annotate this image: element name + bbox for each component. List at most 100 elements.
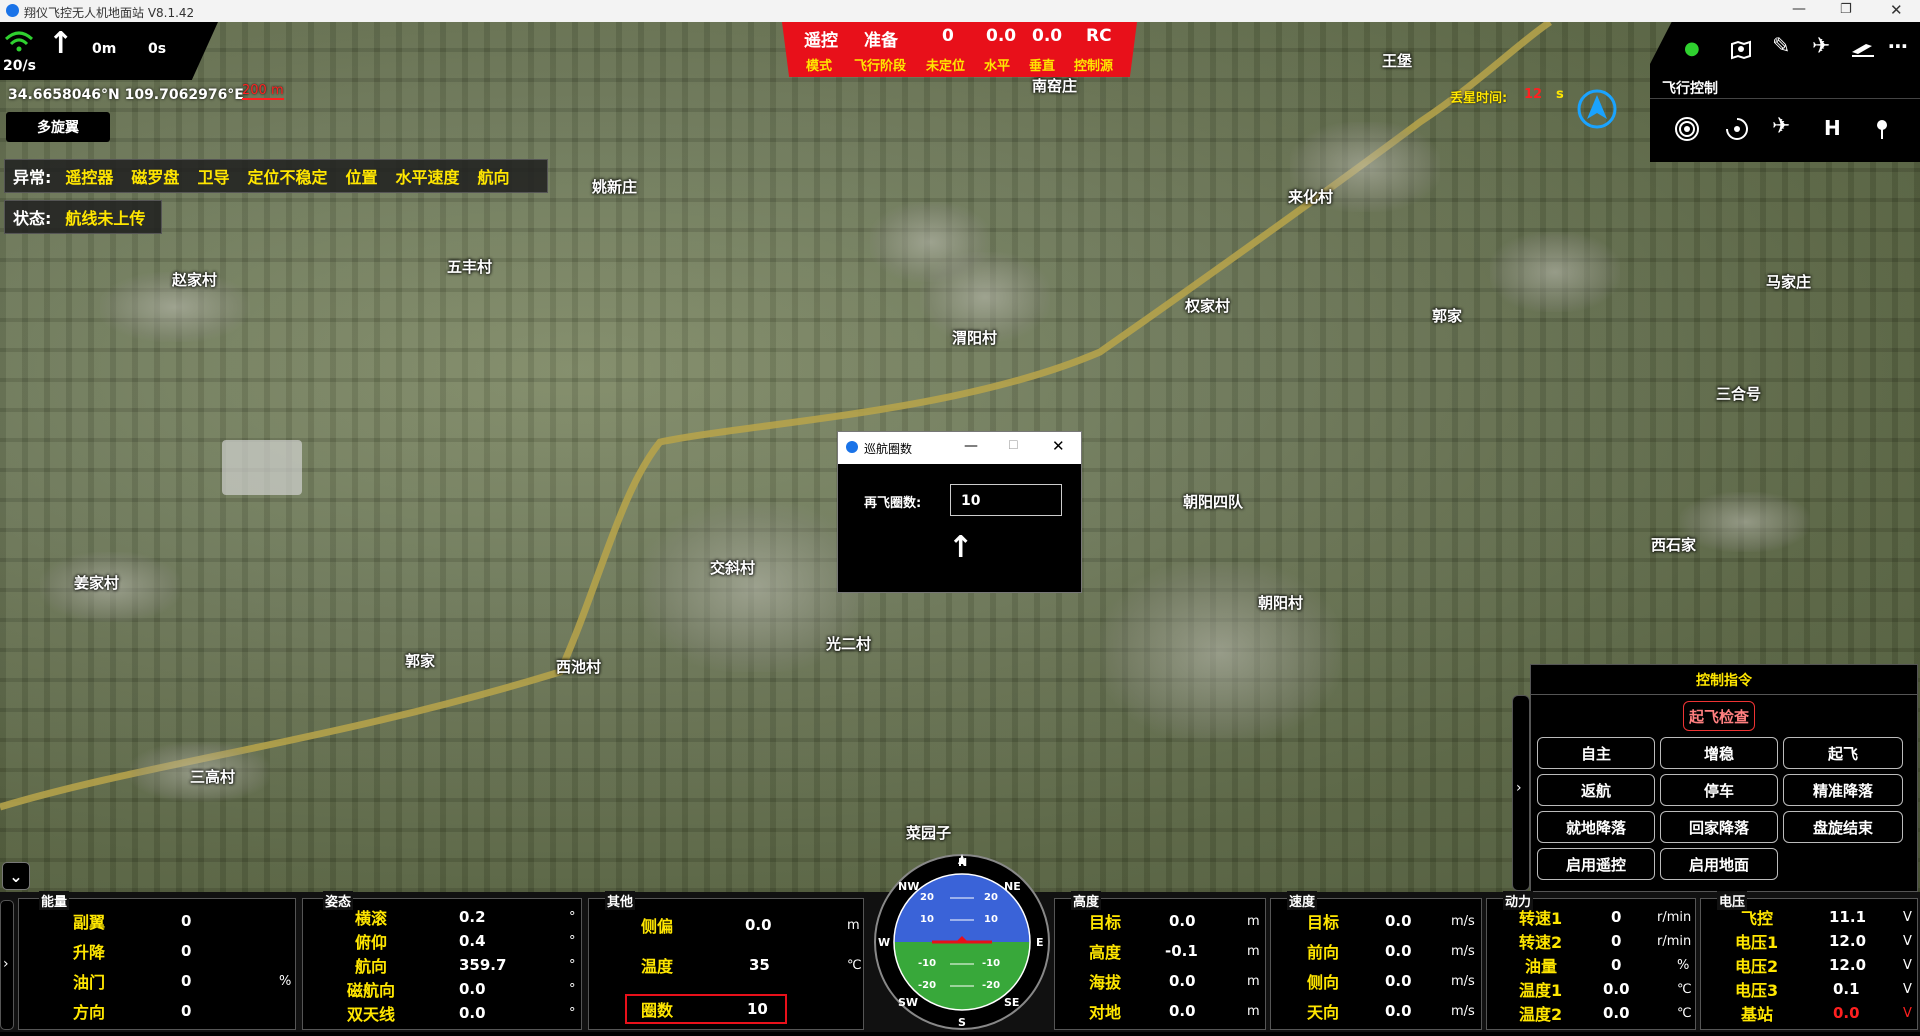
voltage-value: 11.1 (1829, 908, 1867, 926)
abnormal-item[interactable]: 遥控器 (65, 164, 113, 188)
speed-panel: 速度 目标 0.0 m/s 前向 0.0 m/s 侧向 0.0 m/s 天向 0.0 m/s (1270, 891, 1482, 1030)
energy-value: 0 (181, 942, 192, 960)
loiter-icon[interactable] (1724, 116, 1750, 142)
link-speed: 20/s (3, 58, 36, 74)
position-label: 未定位 (926, 59, 966, 74)
altitude-label: 海拔 (1089, 973, 1122, 992)
altitude-value: 0.0 (1169, 912, 1196, 930)
airplane-icon[interactable]: ✈ (1812, 34, 1830, 59)
pitch-label: 20 (984, 892, 998, 903)
enable-rc-button[interactable]: 启用遥控 (1537, 848, 1655, 880)
abnormal-item[interactable]: 航向 (478, 164, 510, 188)
attitude-value: 0.2 (459, 908, 486, 926)
altitude-label: 高度 (1089, 943, 1122, 962)
land-here-button[interactable]: 就地降落 (1537, 811, 1655, 843)
phase-label: 飞行阶段 (854, 59, 907, 74)
heading-s-label: S (958, 1016, 966, 1029)
abnormal-item[interactable]: 磁罗盘 (131, 164, 179, 188)
stabilize-button[interactable]: 增稳 (1660, 737, 1778, 769)
abnormal-item[interactable]: 定位不稳定 (247, 164, 327, 188)
preflight-check-button[interactable]: 起飞检查 (1683, 701, 1755, 731)
pitch-label: -20 (982, 980, 1001, 991)
end-orbit-button[interactable]: 盘旋结束 (1783, 811, 1903, 843)
phase-value: 准备 (864, 31, 898, 51)
energy-value: 0 (181, 1002, 192, 1020)
chevron-right-icon: › (1516, 780, 1522, 796)
takeoff-icon[interactable]: ✈ (1772, 114, 1790, 139)
home-land-button[interactable]: 回家降落 (1660, 811, 1778, 843)
confirm-arrow-button[interactable]: ↑ (948, 530, 973, 565)
top-right-toolbar: ● ✎ ✈ ⋯ 飞行控制 ✈ H (1650, 22, 1920, 162)
place-label: 朝阳村 (1258, 594, 1304, 612)
takeoff-settings-icon[interactable] (1850, 40, 1876, 58)
attitude-unit: ° (569, 909, 576, 925)
map-marker-icon[interactable] (1728, 38, 1752, 62)
source-value: RC (1086, 26, 1112, 46)
pin-icon[interactable] (1872, 118, 1892, 142)
app-logo-icon (6, 4, 19, 17)
power-label: 油量 (1525, 957, 1558, 976)
place-label: 赵家村 (172, 271, 218, 289)
precision-land-button[interactable]: 精准降落 (1783, 774, 1903, 806)
vehicle-type-button[interactable]: 多旋翼 (6, 112, 110, 142)
power-unit: r/min (1657, 909, 1692, 925)
place-label: 姜家村 (74, 574, 120, 592)
pitch-label: -20 (918, 980, 937, 991)
collapse-bottom-button[interactable]: ⌄ (2, 862, 30, 890)
attitude-unit: ° (569, 981, 576, 997)
abnormal-item[interactable]: 水平速度 (395, 164, 459, 188)
home-h-icon[interactable]: H (1824, 116, 1841, 140)
attitude-indicator: 20 20 10 10 -10 -10 -20 -20 N NE E SE S … (874, 850, 1050, 1032)
orbit-icon[interactable] (1674, 116, 1700, 142)
dialog-close-icon[interactable]: ✕ (1052, 437, 1065, 455)
energy-title: 能量 (39, 891, 70, 910)
energy-label: 副翼 (73, 913, 106, 932)
auto-mode-button[interactable]: 自主 (1537, 737, 1655, 769)
place-label: 西池村 (556, 658, 602, 676)
attitude-label: 双天线 (347, 1005, 396, 1024)
minimize-icon[interactable]: — (1792, 1, 1806, 17)
voltage-value: 12.0 (1829, 956, 1867, 974)
attitude-value: 0.4 (459, 932, 486, 950)
abnormal-item[interactable]: 卫导 (197, 164, 229, 188)
enable-ground-button[interactable]: 启用地面 (1660, 848, 1778, 880)
telemetry-header: 20/s ↑ 0m 0s (0, 22, 218, 80)
altitude-value: 0.0 (1169, 1002, 1196, 1020)
voltage-label: 电压3 (1735, 981, 1779, 1000)
speed-title: 速度 (1287, 891, 1318, 910)
dialog-minimize-icon[interactable]: — (964, 438, 978, 454)
sat-loss-label: 丢星时间: (1450, 91, 1508, 106)
speed-value: 0.0 (1385, 1002, 1412, 1020)
other-title: 其他 (605, 891, 636, 910)
takeoff-button[interactable]: 起飞 (1783, 737, 1903, 769)
maximize-icon[interactable]: ❐ (1840, 2, 1852, 17)
vertical-value: 0.0 (1032, 26, 1063, 46)
other-value: 35 (749, 956, 770, 974)
speed-unit: m/s (1451, 973, 1475, 989)
pitch-label: -10 (918, 958, 937, 969)
more-icon[interactable]: ⋯ (1888, 34, 1908, 58)
power-unit: ℃ (1677, 1005, 1692, 1021)
flight-status-banner: 遥控 准备 0 0.0 0.0 RC 模式 飞行阶段 未定位 水平 垂直 控制源 (782, 22, 1137, 77)
close-icon[interactable]: ✕ (1890, 1, 1903, 19)
vertical-label: 垂直 (1029, 59, 1056, 74)
voltage-label: 基站 (1741, 1005, 1774, 1024)
collapse-control-panel[interactable]: › (1512, 695, 1530, 891)
return-button[interactable]: 返航 (1537, 774, 1655, 806)
north-compass-icon[interactable] (1576, 88, 1618, 130)
pitch-label: 10 (920, 914, 934, 925)
place-label: 来化村 (1288, 188, 1334, 206)
loops-input[interactable]: 10 (950, 484, 1062, 516)
energy-label: 方向 (73, 1003, 106, 1022)
mode-label: 模式 (806, 59, 833, 74)
voltage-unit: V (1903, 981, 1912, 997)
place-label: 王堡 (1382, 52, 1413, 70)
pencil-icon[interactable]: ✎ (1772, 34, 1790, 59)
altitude-unit: m (1247, 943, 1260, 959)
expand-left-button[interactable]: › (0, 900, 14, 1030)
stop-button[interactable]: 停车 (1660, 774, 1778, 806)
abnormal-item[interactable]: 位置 (345, 164, 377, 188)
voltage-unit: V (1903, 909, 1912, 925)
connection-icon[interactable]: ● (1684, 38, 1700, 59)
speed-label: 侧向 (1307, 973, 1340, 992)
